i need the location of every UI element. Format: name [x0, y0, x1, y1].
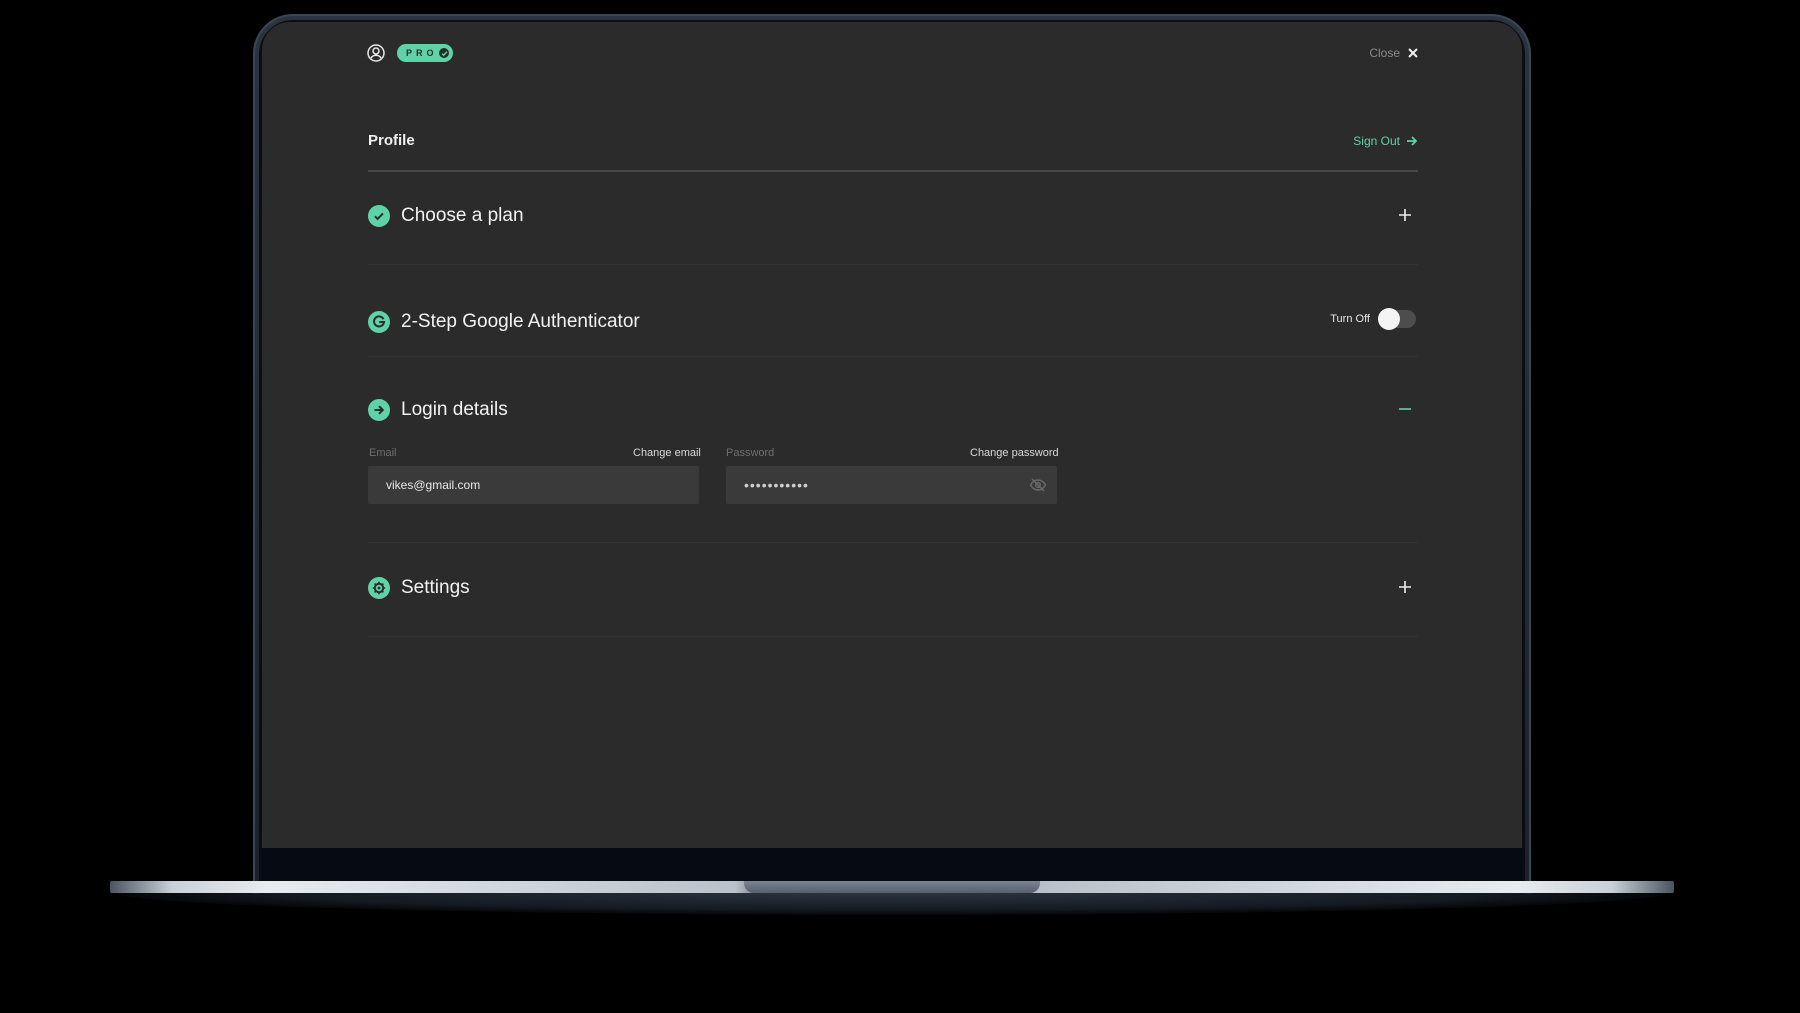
arrow-circle-icon — [368, 399, 390, 421]
plus-icon[interactable] — [1396, 206, 1414, 224]
change-password-link[interactable]: Change password — [970, 447, 1059, 459]
login-section-header[interactable]: Login details — [368, 398, 1418, 422]
divider — [368, 170, 1418, 172]
divider — [368, 636, 1418, 637]
authenticator-section-title: 2-Step Google Authenticator — [401, 311, 640, 332]
minus-icon[interactable] — [1396, 400, 1414, 418]
authenticator-toggle[interactable] — [1378, 308, 1416, 330]
plan-section-title: Choose a plan — [401, 205, 524, 226]
close-icon — [1408, 48, 1418, 58]
email-label: Email — [369, 447, 397, 459]
password-value: ••••••••••• — [744, 477, 809, 493]
divider — [368, 264, 1418, 265]
password-label: Password — [726, 447, 775, 459]
check-icon — [439, 48, 449, 58]
user-icon[interactable] — [367, 44, 385, 62]
laptop-screen: PRO Close Profile Sign Out Choose a plan… — [262, 22, 1522, 848]
close-button[interactable]: Close — [1369, 46, 1418, 60]
eye-off-icon[interactable] — [1029, 477, 1047, 493]
toggle-label: Turn Off — [1330, 313, 1370, 325]
screen-bottom-bezel — [262, 848, 1522, 884]
sign-out-label: Sign Out — [1353, 134, 1400, 148]
email-value: vikes@gmail.com — [386, 478, 481, 492]
login-section-title: Login details — [401, 399, 508, 420]
settings-section-title: Settings — [401, 577, 470, 598]
plus-icon[interactable] — [1396, 578, 1414, 596]
page-title: Profile — [368, 132, 415, 149]
divider — [368, 356, 1418, 357]
laptop-base-shadow — [118, 893, 1666, 915]
password-field[interactable]: ••••••••••• — [726, 466, 1057, 504]
pro-badge-label: PRO — [406, 48, 438, 58]
authenticator-section-header: 2-Step Google Authenticator Turn Off — [368, 308, 1418, 334]
authenticator-toggle-group: Turn Off — [1330, 308, 1416, 330]
profile-panel: PRO Close Profile Sign Out Choose a plan… — [262, 22, 1522, 848]
pro-badge: PRO — [397, 44, 453, 62]
change-email-link[interactable]: Change email — [633, 447, 701, 459]
sign-out-button[interactable]: Sign Out — [1353, 134, 1418, 148]
google-icon — [368, 311, 390, 333]
divider — [368, 542, 1418, 543]
laptop-hinge-notch — [744, 881, 1040, 893]
check-circle-icon — [368, 205, 390, 227]
gear-icon — [368, 577, 390, 599]
email-field[interactable]: vikes@gmail.com — [368, 466, 699, 504]
close-label: Close — [1369, 46, 1400, 60]
settings-section-header[interactable]: Settings — [368, 576, 1418, 600]
arrow-right-icon — [1407, 136, 1418, 146]
plan-section-header[interactable]: Choose a plan — [368, 204, 1418, 228]
toggle-knob — [1378, 308, 1400, 330]
